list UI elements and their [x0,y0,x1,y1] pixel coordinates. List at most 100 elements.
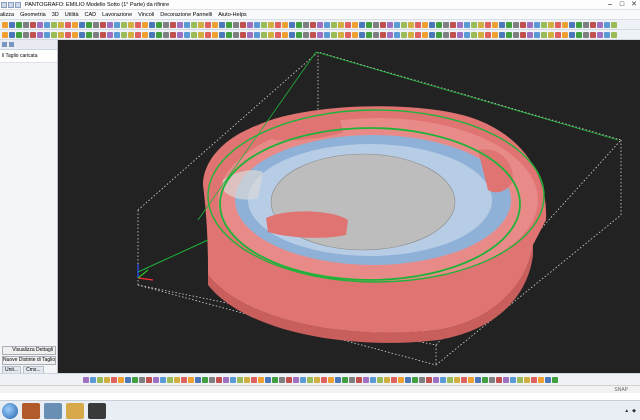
toolbar-icon[interactable] [79,21,85,28]
toolbar-icon[interactable] [142,21,148,28]
toolbar-icon[interactable] [299,376,306,383]
toolbar-icon[interactable] [65,21,71,28]
toolbar-icon[interactable] [611,21,617,28]
toolbar-icon[interactable] [383,376,390,383]
toolbar-icon[interactable] [30,21,36,28]
toolbar-icon[interactable] [96,376,103,383]
toolbar-icon[interactable] [422,21,428,28]
toolbar-icon[interactable] [446,376,453,383]
toolbar-icon[interactable] [450,31,456,38]
toolbar-icon[interactable] [149,21,155,28]
toolbar-icon[interactable] [208,376,215,383]
toolbar-icon[interactable] [352,31,358,38]
toolbar-icon[interactable] [23,21,29,28]
toolbar-icon[interactable] [233,21,239,28]
toolbar-icon[interactable] [555,31,561,38]
toolbar-icon[interactable] [523,376,530,383]
toolbar-icon[interactable] [534,21,540,28]
toolbar-icon[interactable] [537,376,544,383]
toolbar-icon[interactable] [180,376,187,383]
toolbar-icon[interactable] [317,31,323,38]
toolbar-icon[interactable] [58,31,64,38]
toolbar-icon[interactable] [348,376,355,383]
toolbar-icon[interactable] [394,31,400,38]
toolbar-icon[interactable] [387,21,393,28]
toolbar-icon[interactable] [219,21,225,28]
toolbar-icon[interactable] [124,376,131,383]
toolbar-icon[interactable] [317,21,323,28]
toolbar-icon[interactable] [590,21,596,28]
toolbar-icon[interactable] [362,376,369,383]
toolbar-icon[interactable] [341,376,348,383]
toolbar-icon[interactable] [2,31,8,38]
snap-indicator[interactable]: SNAP [614,386,628,394]
toolbar-icon[interactable] [474,376,481,383]
toolbar-icon[interactable] [408,21,414,28]
toolbar-icon[interactable] [527,21,533,28]
toolbar-icon[interactable] [275,21,281,28]
toolbar-icon[interactable] [289,31,295,38]
toolbar-icon[interactable] [306,376,313,383]
menu-item[interactable]: alizza [0,12,14,18]
toolbar-icon[interactable] [275,31,281,38]
toolbar-icon[interactable] [509,376,516,383]
toolbar-icon[interactable] [131,376,138,383]
toolbar-icon[interactable] [429,21,435,28]
toolbar-icon[interactable] [9,31,15,38]
toolbar-icon[interactable] [506,31,512,38]
toolbar-icon[interactable] [51,21,57,28]
toolbar-icon[interactable] [429,31,435,38]
menu-item[interactable]: 3D [52,12,59,18]
toolbar-icon[interactable] [310,21,316,28]
toolbar-icon[interactable] [254,21,260,28]
toolbar-icon[interactable] [331,31,337,38]
toolbar-icon[interactable] [492,31,498,38]
toolbar-icon[interactable] [541,21,547,28]
toolbar-icon[interactable] [205,21,211,28]
toolbar-icon[interactable] [555,21,561,28]
toolbar-icon[interactable] [72,21,78,28]
quick-access-icon[interactable] [8,1,14,8]
menu-item[interactable]: Geometria [20,12,46,18]
toolbar-icon[interactable] [93,31,99,38]
toolbar-icon[interactable] [156,31,162,38]
toolbar-icon[interactable] [163,31,169,38]
toolbar-icon[interactable] [145,376,152,383]
toolbar-icon[interactable] [79,31,85,38]
toolbar-icon[interactable] [366,21,372,28]
toolbar-icon[interactable] [611,31,617,38]
toolbar-icon[interactable] [110,376,117,383]
toolbar-icon[interactable] [82,376,89,383]
toolbar-icon[interactable] [338,31,344,38]
3d-viewport[interactable] [58,40,640,373]
taskbar-app-icon[interactable] [22,402,40,419]
toolbar-icon[interactable] [212,31,218,38]
toolbar-icon[interactable] [450,21,456,28]
toolbar-icon[interactable] [345,21,351,28]
toolbar-icon[interactable] [516,376,523,383]
toolbar-icon[interactable] [478,31,484,38]
tray-icon[interactable]: ▲ [624,408,629,414]
toolbar-icon[interactable] [331,21,337,28]
toolbar-icon[interactable] [425,376,432,383]
toolbar-icon[interactable] [37,31,43,38]
toolbar-icon[interactable] [187,376,194,383]
toolbar-icon[interactable] [345,31,351,38]
toolbar-icon[interactable] [520,31,526,38]
toolbar-icon[interactable] [443,21,449,28]
toolbar-icon[interactable] [485,31,491,38]
toolbar-icon[interactable] [408,31,414,38]
toolbar-icon[interactable] [121,31,127,38]
toolbar-icon[interactable] [569,31,575,38]
toolbar-icon[interactable] [513,31,519,38]
toolbar-icon[interactable] [457,31,463,38]
toolbar-icon[interactable] [173,376,180,383]
toolbar-icon[interactable] [439,376,446,383]
toolbar-icon[interactable] [107,31,113,38]
toolbar-icon[interactable] [170,31,176,38]
panel-icon[interactable] [2,42,7,47]
toolbar-icon[interactable] [201,376,208,383]
toolbar-icon[interactable] [520,21,526,28]
taskbar-app-icon[interactable] [88,402,106,419]
toolbar-icon[interactable] [212,21,218,28]
